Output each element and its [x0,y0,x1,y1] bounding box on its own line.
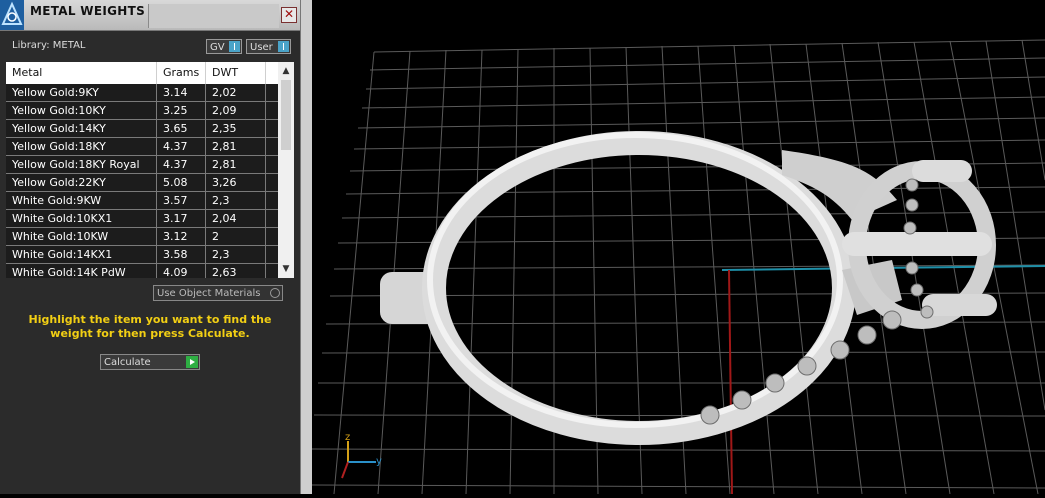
user-toggle[interactable]: User [246,39,291,54]
cell-grams: 3.57 [157,192,206,209]
table-row[interactable]: Yellow Gold:18KY Royal 4.37 2,81 [6,156,278,174]
cell-dwt: 2,02 [206,84,266,101]
cell-metal: Yellow Gold:18KY [6,138,157,155]
cell-dwt: 2,35 [206,120,266,137]
calculate-label: Calculate [104,357,151,368]
cell-metal: Yellow Gold:22KY [6,174,157,191]
cell-metal: Yellow Gold:14KY [6,120,157,137]
metal-table: Metal Grams DWT Yellow Gold:9KY 3.14 2,02 … [6,62,294,278]
cell-grams: 3.58 [157,246,206,263]
cell-grams: 3.65 [157,120,206,137]
cell-dwt: 2,04 [206,210,266,227]
app-logo-icon [0,0,24,30]
column-header-metal[interactable]: Metal [6,62,157,84]
instruction-text: Highlight the item you want to find the … [28,313,272,340]
table-row[interactable]: White Gold:9KW 3.57 2,3 [6,192,278,210]
3d-viewport[interactable]: z y [311,0,1045,495]
cell-metal: Yellow Gold:9KY [6,84,157,101]
table-row[interactable]: White Gold:14KX1 3.58 2,3 [6,246,278,264]
cell-metal: Yellow Gold:10KY [6,102,157,119]
cell-grams: 3.14 [157,84,206,101]
cell-dwt: 3,26 [206,174,266,191]
ring-model [380,131,997,445]
scrollbar-thumb[interactable] [281,80,291,150]
column-header-dwt[interactable]: DWT [206,62,266,84]
cell-metal: Yellow Gold:18KY Royal [6,156,157,173]
cell-grams: 3.25 [157,102,206,119]
cell-dwt: 2 [206,228,266,245]
close-button[interactable]: ✕ [281,7,297,23]
cell-grams: 3.17 [157,210,206,227]
gizmo-z-label: z [345,432,350,443]
gizmo-y-label: y [376,456,382,467]
table-row[interactable]: Yellow Gold:22KY 5.08 3,26 [6,174,278,192]
table-row[interactable]: White Gold:14K PdW 4.09 2,63 [6,264,278,278]
table-row[interactable]: White Gold:10KX1 3.17 2,04 [6,210,278,228]
cell-dwt: 2,81 [206,138,266,155]
calculate-button[interactable]: Calculate [100,354,200,370]
cell-dwt: 2,81 [206,156,266,173]
table-body: Yellow Gold:9KY 3.14 2,02 Yellow Gold:10KY… [6,84,278,278]
panel-title: METAL WEIGHTS [30,4,146,18]
cell-grams: 4.37 [157,156,206,173]
table-row[interactable]: Yellow Gold:10KY 3.25 2,09 [6,102,278,120]
axis-gizmo: z y [341,432,382,479]
cell-metal: White Gold:9KW [6,192,157,209]
user-toggle-label: User [250,42,273,53]
title-tab-area [148,4,279,28]
scroll-down-icon[interactable]: ▼ [278,262,294,276]
cell-grams: 3.12 [157,228,206,245]
table-scrollbar[interactable]: ▲ ▼ [278,62,294,278]
panel-titlebar: METAL WEIGHTS ✕ [0,0,300,31]
play-arrow-icon [186,356,198,368]
radio-indicator-icon [270,288,280,298]
use-object-materials-label: Use Object Materials [157,288,261,299]
cell-dwt: 2,3 [206,192,266,209]
cell-dwt: 2,09 [206,102,266,119]
cell-metal: White Gold:14KX1 [6,246,157,263]
table-row[interactable]: White Gold:10KW 3.12 2 [6,228,278,246]
gv-toggle[interactable]: GV [206,39,242,54]
cell-metal: White Gold:14K PdW [6,264,157,278]
metal-weights-panel: METAL WEIGHTS ✕ Library: METAL GV User M… [0,0,300,494]
cell-grams: 4.09 [157,264,206,278]
use-object-materials-toggle[interactable]: Use Object Materials [153,285,283,301]
table-row[interactable]: Yellow Gold:14KY 3.65 2,35 [6,120,278,138]
cell-grams: 4.37 [157,138,206,155]
gv-toggle-label: GV [210,42,225,53]
scroll-up-icon[interactable]: ▲ [278,64,294,78]
cell-dwt: 2,3 [206,246,266,263]
close-icon: ✕ [283,7,295,21]
cell-metal: White Gold:10KX1 [6,210,157,227]
viewport-canvas: z y [311,39,1045,495]
table-header: Metal Grams DWT [6,62,294,84]
toggle-indicator-icon [278,41,289,52]
table-row[interactable]: Yellow Gold:9KY 3.14 2,02 [6,84,278,102]
x-axis-line [728,269,733,495]
cell-metal: White Gold:10KW [6,228,157,245]
column-header-grams[interactable]: Grams [157,62,206,84]
table-row[interactable]: Yellow Gold:18KY 4.37 2,81 [6,138,278,156]
library-label: Library: METAL [12,40,86,51]
toggle-indicator-icon [229,41,240,52]
cell-dwt: 2,63 [206,264,266,278]
cell-grams: 5.08 [157,174,206,191]
